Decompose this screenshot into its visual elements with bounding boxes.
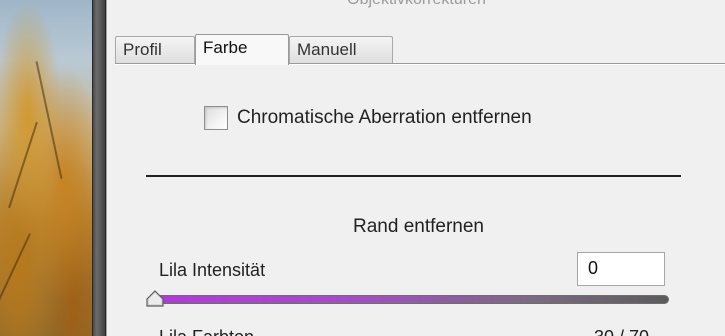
lens-correction-window: Objektivkorrekturen Profil Farbe Manuell… — [0, 0, 725, 336]
panel-divider-bar[interactable] — [92, 0, 106, 336]
tab-farbe[interactable]: Farbe — [195, 34, 289, 65]
chromatic-aberration-checkbox[interactable] — [204, 106, 228, 130]
purple-amount-slider-thumb[interactable] — [145, 290, 165, 308]
section-separator — [146, 175, 681, 177]
chromatic-aberration-label: Chromatische Aberration entfernen — [237, 107, 532, 128]
tab-manuell[interactable]: Manuell — [289, 36, 393, 64]
chromatic-aberration-row: Chromatische Aberration entfernen — [204, 104, 532, 132]
defringe-heading: Rand entfernen — [353, 216, 484, 237]
purple-amount-slider-track[interactable] — [149, 295, 669, 304]
lens-correction-panel: Objektivkorrekturen Profil Farbe Manuell… — [106, 0, 725, 336]
tab-profil[interactable]: Profil — [115, 36, 195, 64]
purple-hue-label: Lila Farbton — [159, 327, 254, 336]
purple-hue-value[interactable]: 30 / 70 — [594, 327, 649, 336]
purple-amount-label: Lila Intensität — [159, 260, 266, 280]
photo-preview-strip — [0, 0, 92, 336]
purple-amount-input[interactable]: 0 — [577, 252, 665, 286]
panel-title: Objektivkorrekturen — [107, 0, 725, 9]
